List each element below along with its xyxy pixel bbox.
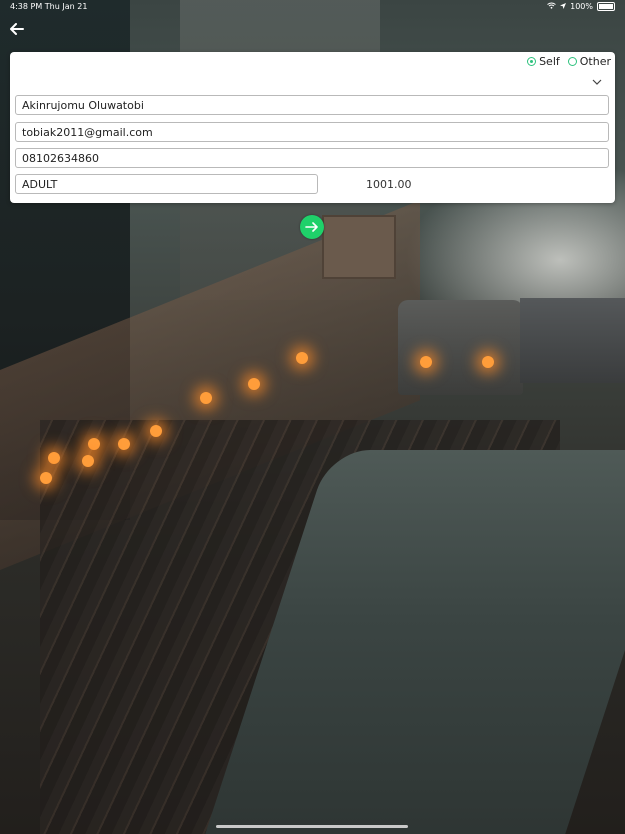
arrow-left-icon <box>10 23 24 35</box>
phone-field[interactable]: 08102634860 <box>15 148 609 168</box>
passenger-form-card: Self Other Akinrujomu Oluwatobi tobiak20… <box>10 52 615 203</box>
amount-value: 1001.00 <box>366 178 412 191</box>
home-indicator <box>216 825 408 828</box>
name-field[interactable]: Akinrujomu Oluwatobi <box>15 95 609 115</box>
lamp <box>482 356 494 368</box>
next-button[interactable] <box>300 215 324 239</box>
status-right: 100% <box>547 2 615 11</box>
category-field[interactable]: ADULT <box>15 174 318 194</box>
train <box>520 298 625 383</box>
lamp <box>200 392 212 404</box>
lamp <box>88 438 100 450</box>
dropdown-toggle[interactable] <box>591 73 603 85</box>
signal-tower <box>322 215 396 279</box>
radio-selected-icon <box>527 57 537 66</box>
radio-self-label: Self <box>539 55 560 68</box>
arrow-right-icon <box>305 222 318 232</box>
radio-self[interactable]: Self <box>527 55 560 68</box>
train <box>398 300 523 395</box>
lamp <box>150 425 162 437</box>
status-time: 4:38 PM Thu Jan 21 <box>10 2 88 11</box>
radio-unselected-icon <box>567 57 577 66</box>
lamp <box>40 472 52 484</box>
status-bar: 4:38 PM Thu Jan 21 100% <box>0 0 625 14</box>
lamp <box>248 378 260 390</box>
location-icon <box>560 2 567 11</box>
battery-icon <box>597 2 615 11</box>
battery-percent: 100% <box>570 2 593 11</box>
lamp <box>420 356 432 368</box>
lamp <box>118 438 130 450</box>
lamp <box>82 455 94 467</box>
radio-other-label: Other <box>579 55 611 68</box>
lamp <box>48 452 60 464</box>
chevron-down-icon <box>592 79 602 85</box>
radio-other[interactable]: Other <box>567 55 611 68</box>
lamp <box>296 352 308 364</box>
email-field[interactable]: tobiak2011@gmail.com <box>15 122 609 142</box>
wifi-icon <box>547 2 556 11</box>
passenger-type-radio-group: Self Other <box>527 55 611 68</box>
back-button[interactable] <box>10 20 30 40</box>
